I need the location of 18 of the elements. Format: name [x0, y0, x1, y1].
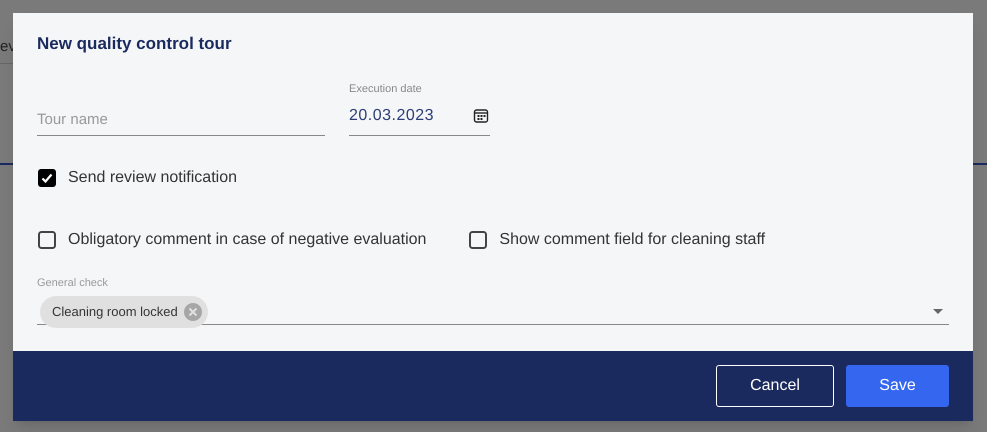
- tour-name-field[interactable]: Tour name: [37, 104, 325, 136]
- date-value: 20.03.2023: [349, 106, 434, 126]
- field-label: Execution date: [349, 82, 422, 97]
- field-label: General check: [37, 276, 108, 291]
- save-button[interactable]: Save: [846, 365, 949, 407]
- dropdown-caret-icon[interactable]: [933, 308, 943, 314]
- chip-label: Cleaning room locked: [52, 302, 178, 321]
- checkbox-label: Send review notification: [68, 168, 237, 188]
- checkbox-label: Show comment field for cleaning staff: [499, 230, 766, 250]
- checkbox[interactable]: [469, 231, 488, 249]
- checkbox[interactable]: [38, 169, 56, 187]
- cancel-button[interactable]: Cancel: [716, 365, 834, 407]
- calendar-icon[interactable]: [473, 108, 489, 124]
- date-field[interactable]: Execution date 20.03.2023: [349, 81, 490, 136]
- general-check-select[interactable]: General check Cleaning room locked: [37, 275, 949, 325]
- checkbox[interactable]: [38, 231, 56, 249]
- dialog-title: New quality control tour: [37, 33, 233, 53]
- checkbox-label: Obligatory comment in case of negative evaluation: [68, 230, 426, 250]
